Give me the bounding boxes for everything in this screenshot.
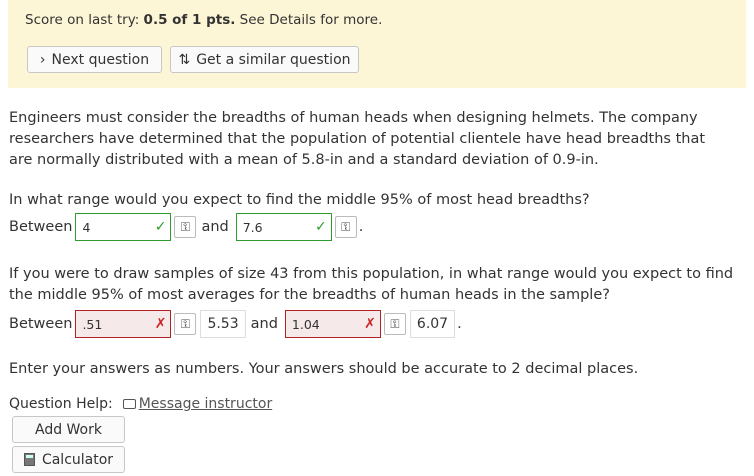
question-help-label: Question Help: [9, 396, 113, 412]
score-value: 0.5 of 1 pts. [143, 12, 236, 28]
part2-answer-row: Between .51 ✗ ⚿ 5.53 and 1.04 ✗ ⚿ 6.07 . [9, 310, 462, 338]
score-line: Score on last try: 0.5 of 1 pts. See Det… [25, 12, 382, 28]
between-label: Between [9, 219, 73, 235]
score-prefix: Score on last try: [25, 12, 144, 28]
part1-prompt: In what range would you expect to find t… [9, 192, 590, 208]
calculator-icon [23, 453, 35, 466]
period: . [358, 219, 364, 235]
part1-low-input[interactable]: 4 ✓ [75, 213, 172, 241]
instructions: Enter your answers as numbers. Your answ… [9, 361, 639, 377]
and-label: and [201, 219, 229, 235]
question-intro: Engineers must consider the breadths of … [9, 110, 706, 168]
key-icon[interactable]: ⚿ [174, 313, 197, 335]
part2-prompt: If you were to draw samples of size 43 f… [9, 266, 734, 303]
message-instructor-link[interactable]: Message instructor [122, 396, 273, 412]
refresh-icon: ⇅ [178, 51, 191, 68]
message-instructor-label: Message instructor [138, 396, 273, 412]
part2-high-input[interactable]: 1.04 ✗ [284, 310, 381, 338]
part1-high-input[interactable]: 7.6 ✓ [235, 213, 332, 241]
and-label: and [250, 316, 278, 332]
part2-high-value: 1.04 [291, 316, 320, 332]
part2-low-correct: 5.53 [200, 310, 246, 338]
part2-low-input[interactable]: .51 ✗ [75, 310, 172, 338]
key-icon[interactable]: ⚿ [174, 216, 197, 238]
part1-high-value: 7.6 [242, 219, 263, 235]
key-icon[interactable]: ⚿ [334, 216, 357, 238]
period: . [457, 316, 462, 332]
add-work-button[interactable]: Add Work [12, 416, 125, 443]
add-work-label: Add Work [34, 421, 102, 438]
check-icon: ✓ [154, 219, 167, 235]
envelope-icon [122, 399, 136, 409]
x-icon: ✗ [154, 316, 167, 332]
score-suffix: See Details for more. [235, 12, 383, 28]
chevron-right-icon: › [39, 51, 46, 68]
similar-question-button[interactable]: ⇅ Get a similar question [170, 46, 359, 73]
similar-question-label: Get a similar question [196, 51, 351, 68]
calculator-button[interactable]: Calculator [12, 446, 125, 473]
part2-low-value: .51 [82, 316, 103, 332]
check-icon: ✓ [315, 219, 327, 235]
next-question-button[interactable]: › Next question [27, 46, 162, 73]
score-banner: Score on last try: 0.5 of 1 pts. See Det… [8, 0, 746, 88]
part1-low-value: 4 [82, 219, 91, 235]
x-icon: ✗ [364, 316, 376, 332]
part1-answer-row: Between 4 ✓ ⚿ and 7.6 ✓ ⚿ . [9, 213, 363, 241]
next-question-label: Next question [51, 51, 150, 68]
part2-high-correct: 6.07 [409, 310, 456, 338]
between-label: Between [9, 316, 73, 332]
key-icon[interactable]: ⚿ [383, 313, 406, 335]
calculator-label: Calculator [41, 451, 114, 468]
question-help: Question Help: Message instructor [9, 396, 272, 412]
